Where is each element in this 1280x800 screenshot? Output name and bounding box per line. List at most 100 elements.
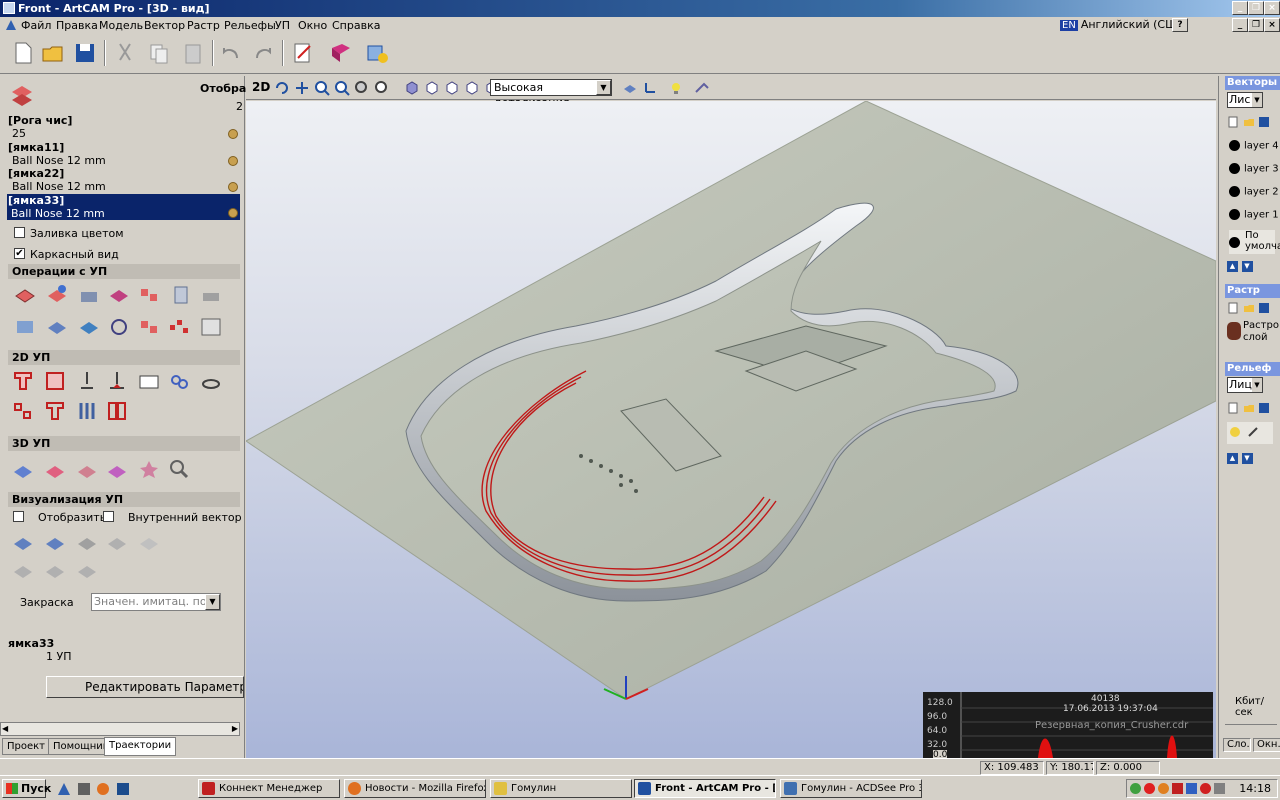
render-settings-icon[interactable] (694, 80, 710, 96)
smart-engraving-icon[interactable] (44, 400, 66, 422)
rest-machining-icon[interactable] (76, 458, 98, 480)
layer-item[interactable]: layer 4 (1229, 140, 1279, 152)
tab-project[interactable]: Проект (2, 738, 51, 755)
photoshop-quicklaunch-icon[interactable] (115, 781, 131, 797)
cut-icon[interactable] (112, 40, 138, 66)
toolpath-array-icon[interactable] (168, 316, 190, 338)
section-2d-toolpaths[interactable]: 2D УП (8, 350, 240, 365)
layer-item[interactable]: layer 3 (1229, 163, 1279, 175)
tray-icon[interactable] (1200, 783, 1211, 794)
toolpath-save-icon[interactable] (170, 284, 192, 306)
zoom-fit-icon[interactable] (374, 80, 390, 96)
machine-vectors-icon[interactable] (200, 370, 222, 392)
toolpath-machine-icon[interactable] (200, 284, 222, 306)
section-3d-toolpaths[interactable]: 3D УП (8, 436, 240, 451)
raster-header[interactable]: Растр (1225, 284, 1280, 298)
tray-icon[interactable] (1172, 783, 1183, 794)
area-clearance-icon[interactable] (44, 370, 66, 392)
tray-icon[interactable] (1186, 783, 1197, 794)
chevron-down-icon[interactable]: ▼ (205, 594, 220, 610)
open-layer-icon[interactable] (1243, 116, 1255, 128)
app-quicklaunch-icon[interactable] (76, 781, 92, 797)
toolpath-detail[interactable]: Ball Nose 12 mm (12, 180, 106, 193)
toolpath-block-icon[interactable] (138, 316, 160, 338)
help-button[interactable]: ? (1172, 18, 1188, 32)
chevron-down-icon[interactable]: ▼ (1252, 93, 1262, 107)
toolpath-transform-icon[interactable] (108, 284, 130, 306)
menu-reliefs[interactable]: Рельефы (224, 19, 276, 32)
section-visualization[interactable]: Визуализация УП (8, 492, 240, 507)
layer-item[interactable]: layer 1 (1229, 209, 1279, 221)
pencil-milling-icon[interactable] (106, 458, 128, 480)
simulate-block-icon[interactable] (76, 532, 98, 554)
tray-icon[interactable] (1130, 783, 1141, 794)
save-icon[interactable] (72, 40, 98, 66)
toolpath-group-icon[interactable] (46, 316, 68, 338)
layers-status-button[interactable]: Сло... (1223, 738, 1251, 752)
toolpath-name[interactable]: [Рога чис] (8, 114, 72, 127)
new-raster-icon[interactable] (1227, 302, 1239, 314)
inner-vector-checkbox[interactable] (103, 511, 114, 522)
toolpath-name[interactable]: [ямка11] (8, 141, 64, 154)
reset-simulation-icon[interactable] (106, 532, 128, 554)
detail-level-select[interactable]: Высокая детализация ▼ (490, 79, 612, 109)
z-level-roughing-icon[interactable] (44, 458, 66, 480)
chevron-down-icon[interactable]: ▼ (596, 80, 611, 95)
toolpath-info-icon[interactable] (46, 284, 68, 306)
relief-layer-item[interactable] (1227, 422, 1273, 444)
pan-view-icon[interactable] (294, 80, 310, 96)
zoom-in-icon[interactable] (314, 80, 330, 96)
undo-icon[interactable] (218, 40, 244, 66)
axes-icon[interactable] (642, 80, 658, 96)
toolpath-sim-icon[interactable] (200, 316, 222, 338)
fill-color-checkbox[interactable] (14, 227, 25, 238)
shaded-relief-icon[interactable] (622, 80, 638, 96)
start-button[interactable]: Пуск (2, 779, 51, 798)
layer-visibility-icon[interactable] (1229, 186, 1240, 197)
save-layer-icon[interactable] (1258, 116, 1270, 128)
arrow-down-icon[interactable]: ▼ (1241, 453, 1253, 464)
zoom-box-icon[interactable] (354, 80, 370, 96)
profile-toolpath-icon[interactable] (12, 370, 34, 392)
taskbar-item[interactable]: Коннект Менеджер (198, 779, 340, 798)
machine-relief-icon[interactable] (12, 458, 34, 480)
paste-icon[interactable] (180, 40, 206, 66)
2d-view-button[interactable]: 2D (252, 80, 270, 94)
toolpath-copy-icon[interactable] (78, 316, 100, 338)
language-indicator[interactable]: EN Английский (США) (1060, 18, 1189, 34)
close-button[interactable]: × (1264, 1, 1280, 15)
layer-item[interactable]: layer 2 (1229, 186, 1279, 198)
mdi-minimize-button[interactable]: _ (1232, 18, 1248, 32)
3d-inspect-icon[interactable] (168, 458, 190, 480)
vectors-header[interactable]: Векторы (1225, 76, 1280, 90)
menu-file[interactable]: Файл (21, 19, 51, 32)
wizard-icon[interactable] (364, 40, 390, 66)
simulate-all-icon[interactable] (44, 532, 66, 554)
relief-layer-select[interactable]: Лиц ▼ (1227, 377, 1263, 393)
tray-icon[interactable] (1144, 783, 1155, 794)
menu-toolpaths[interactable]: УП (275, 19, 290, 32)
copy-icon[interactable] (146, 40, 172, 66)
simulation-export-icon[interactable] (76, 560, 98, 582)
layer-visibility-icon[interactable] (1229, 140, 1240, 151)
layer-visibility-icon[interactable] (1229, 237, 1240, 248)
window-status-button[interactable]: Окн... (1253, 738, 1280, 752)
taskbar-item[interactable]: Гомулин (490, 779, 632, 798)
firefox-quicklaunch-icon[interactable] (95, 781, 111, 797)
layer-visibility-icon[interactable] (1229, 209, 1240, 220)
rotate-view-icon[interactable] (274, 80, 290, 96)
create-toolpath-icon[interactable] (14, 284, 36, 306)
3d-model-render[interactable] (246, 101, 1216, 758)
chevron-down-icon[interactable]: ▼ (1252, 378, 1262, 392)
redo-icon[interactable] (250, 40, 276, 66)
lighting-icon[interactable] (668, 80, 684, 96)
arrow-up-icon[interactable]: ▲ (1227, 261, 1238, 272)
taskbar-item[interactable]: Гомулин - ACDSee Pro 3 (780, 779, 922, 798)
new-relief-icon[interactable] (1227, 402, 1239, 414)
relief-header[interactable]: Рельеф (1225, 362, 1280, 376)
new-layer-icon[interactable] (1227, 116, 1239, 128)
section-operations[interactable]: Операции с УП (8, 264, 240, 279)
mdi-close-button[interactable]: × (1264, 18, 1280, 32)
simulation-color-icon[interactable] (138, 532, 160, 554)
tray-icon[interactable] (1158, 783, 1169, 794)
